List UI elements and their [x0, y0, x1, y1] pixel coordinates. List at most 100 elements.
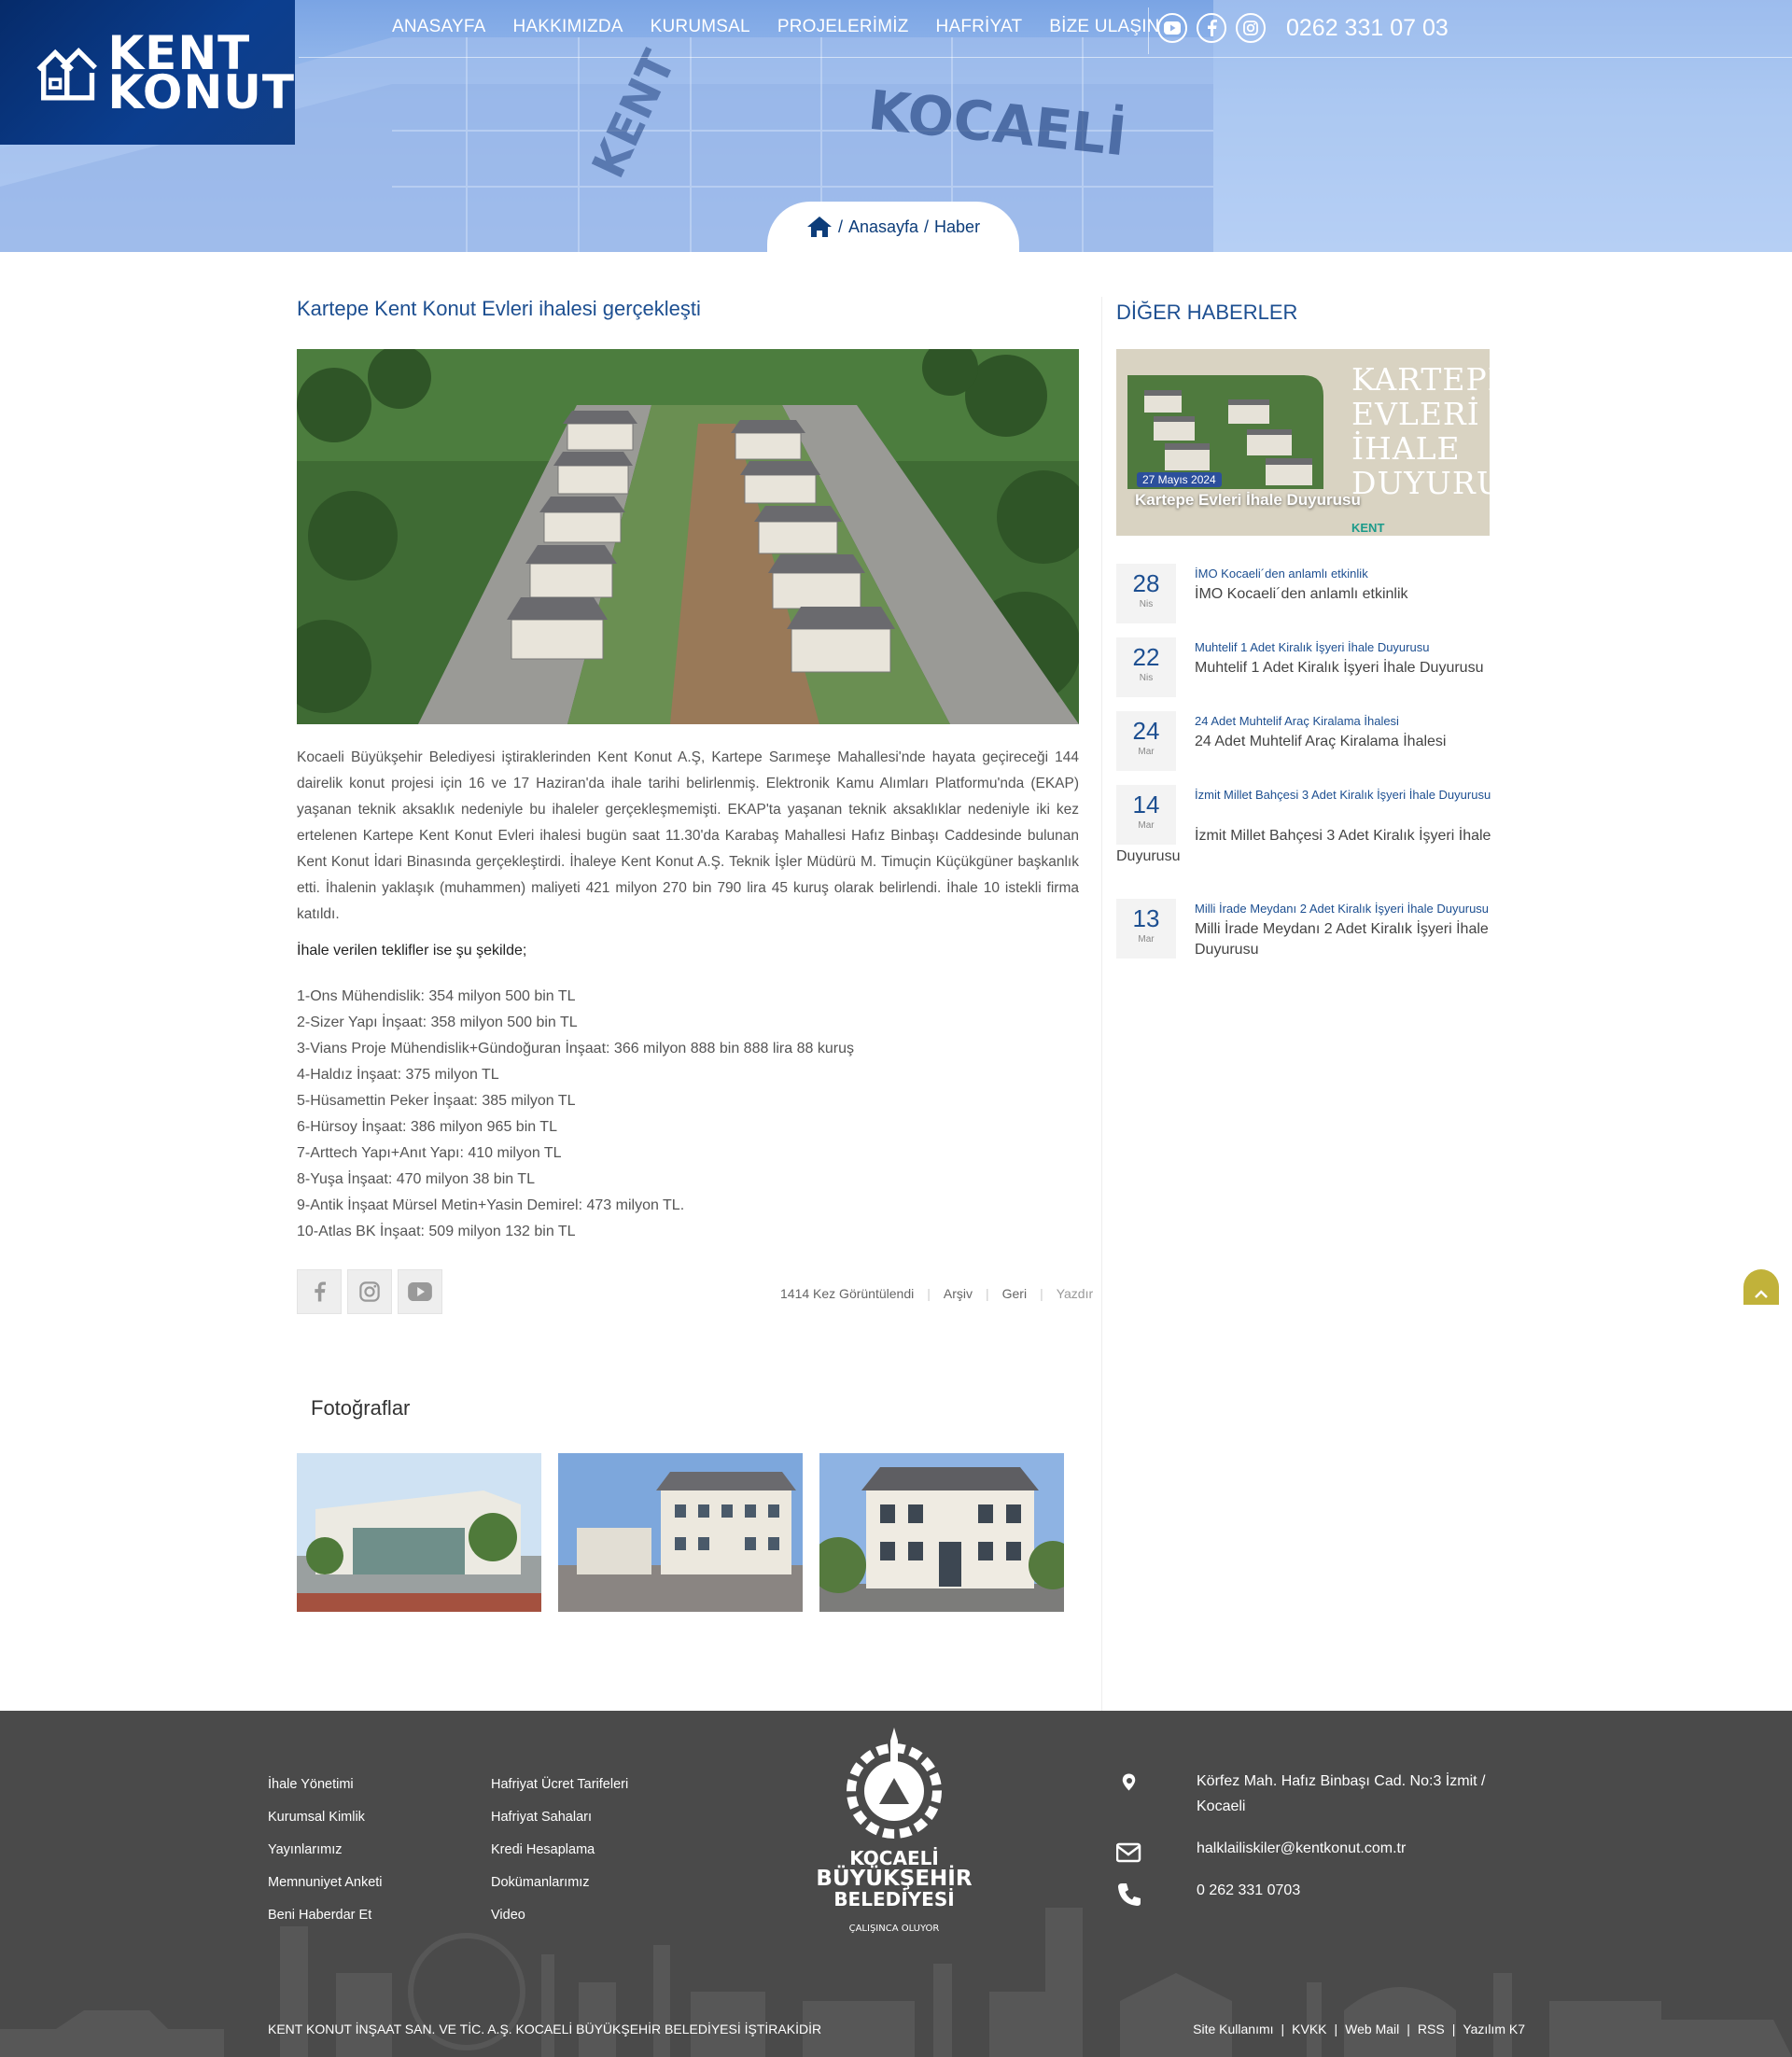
news-item[interactable]: 13 Mar Milli İrade Meydanı 2 Adet Kiralık…	[1116, 899, 1508, 973]
footer-link[interactable]: Video	[491, 1899, 628, 1932]
site-footer: İhale Yönetimi Kurumsal Kimlik Yayınları…	[0, 1711, 1792, 2057]
footer-bottom-link[interactable]: RSS	[1418, 2022, 1445, 2036]
bid-item: 6-Hürsoy İnşaat: 386 milyon 965 bin TL	[297, 1119, 557, 1135]
share-facebook-button[interactable]	[297, 1269, 342, 1314]
footer-links-col1: İhale Yönetimi Kurumsal Kimlik Yayınları…	[268, 1769, 383, 1932]
scroll-to-top-button[interactable]	[1743, 1269, 1779, 1305]
photos-heading: Fotoğraflar	[311, 1396, 411, 1420]
contact-email: halklailiskiler@kentkonut.com.tr	[1116, 1836, 1508, 1863]
address-text: Körfez Mah. Hafız Binbaşı Cad. No:3 İzmi…	[1197, 1773, 1486, 1814]
bids-list: 1-Ons Mühendislik: 354 milyon 500 bin TL…	[297, 984, 854, 1245]
article-main-image[interactable]	[297, 349, 1079, 724]
breadcrumb-home[interactable]: Anasayfa	[848, 217, 918, 237]
share-buttons	[297, 1269, 442, 1314]
instagram-icon[interactable]	[1236, 13, 1266, 43]
bid-item: 7-Arttech Yapı+Anıt Yapı: 410 milyon TL	[297, 1145, 562, 1161]
envelope-icon	[1116, 1842, 1141, 1863]
news-title[interactable]: Milli İrade Meydanı 2 Adet Kiralık İşyer…	[1195, 919, 1503, 960]
poster-line-2: EVLERİ	[1351, 396, 1480, 432]
footer-link[interactable]: Beni Haberdar Et	[268, 1899, 383, 1932]
featured-news-card[interactable]: KARTEPE EVLERİ İHALE DUYURUSU 27 Mayıs 2…	[1116, 349, 1490, 536]
hero-banner: KOCAELİ KENT KENT KONUT ANASAYFA HAKKIMI…	[0, 0, 1792, 252]
nav-kurumsal[interactable]: KURUMSAL	[651, 17, 750, 37]
nav-hafriyat[interactable]: HAFRİYAT	[936, 17, 1023, 37]
footer-link[interactable]: Hafriyat Sahaları	[491, 1801, 628, 1834]
municipality-emblem-icon	[847, 1728, 942, 1839]
home-icon[interactable]	[806, 216, 833, 238]
footer-link[interactable]: Dokümanlarımız	[491, 1867, 628, 1899]
facebook-icon	[315, 1281, 326, 1302]
footer-link[interactable]: Kredi Hesaplama	[491, 1834, 628, 1867]
bid-item: 3-Vians Proje Mühendislik+Gündoğuran İnş…	[297, 1041, 854, 1056]
site-logo[interactable]: KENT KONUT	[0, 0, 295, 145]
footer-bottom-link[interactable]: Web Mail	[1345, 2022, 1399, 2036]
contact-phone: 0 262 331 0703	[1116, 1878, 1508, 1906]
map-pin-icon	[1122, 1773, 1136, 1791]
featured-poster-title: KARTEPE EVLERİ İHALE DUYURUSU	[1351, 362, 1490, 500]
photo-thumbnail[interactable]	[819, 1453, 1064, 1612]
footer-link[interactable]: İhale Yönetimi	[268, 1769, 383, 1801]
bid-item: 1-Ons Mühendislik: 354 milyon 500 bin TL	[297, 988, 576, 1004]
facebook-icon[interactable]	[1197, 13, 1226, 43]
article-body: Kocaeli Büyükşehir Belediyesi iştirakler…	[297, 749, 1079, 922]
share-instagram-button[interactable]	[347, 1269, 392, 1314]
poster-date: 27 Mayıs 2024	[1137, 472, 1222, 487]
poster-line-3: İHALE	[1351, 430, 1461, 467]
nav-anasayfa[interactable]: ANASAYFA	[392, 17, 486, 37]
photo-thumbnail[interactable]	[558, 1453, 803, 1612]
footer-link[interactable]: Kurumsal Kimlik	[268, 1801, 383, 1834]
meta-separator: |	[927, 1286, 931, 1301]
news-item[interactable]: 28 Nis İMO Kocaeli´den anlamlı etkinlik İ…	[1116, 564, 1508, 625]
bid-item: 9-Antik İnşaat Mürsel Metin+Yasin Demire…	[297, 1197, 685, 1213]
footer-bottom-link[interactable]: Yazılım K7	[1463, 2022, 1525, 2036]
print-link[interactable]: Yazdır	[1057, 1286, 1093, 1301]
photo-thumbnail[interactable]	[297, 1453, 541, 1612]
footer-links-col2: Hafriyat Ücret Tarifeleri Hafriyat Sahal…	[491, 1769, 628, 1932]
news-title[interactable]: İMO Kocaeli´den anlamlı etkinlik	[1195, 584, 1508, 605]
news-title[interactable]: İzmit Millet Bahçesi 3 Adet Kiralık İşye…	[1195, 826, 1508, 847]
footer-bottom-link[interactable]: Site Kullanımı	[1193, 2022, 1273, 2036]
news-date: 24 Mar	[1116, 711, 1176, 771]
news-title[interactable]: Muhtelif 1 Adet Kiralık İşyeri İhale Duy…	[1195, 658, 1508, 679]
bid-item: 8-Yuşa İnşaat: 470 milyon 38 bin TL	[297, 1171, 535, 1187]
email-link[interactable]: halklailiskiler@kentkonut.com.tr	[1197, 1840, 1406, 1856]
phone-link[interactable]: 0 262 331 0703	[1197, 1882, 1300, 1898]
footer-link[interactable]: Memnuniyet Anketi	[268, 1867, 383, 1899]
news-category-link[interactable]: Muhtelif 1 Adet Kiralık İşyeri İhale Duy…	[1195, 637, 1508, 658]
news-item[interactable]: 24 Mar 24 Adet Muhtelif Araç Kiralama İha…	[1116, 711, 1508, 773]
instagram-icon	[359, 1281, 380, 1302]
news-title-wrap[interactable]: Duyurusu	[1116, 847, 1180, 867]
archive-link[interactable]: Arşiv	[944, 1286, 973, 1301]
kbb-slogan: ÇALIŞINCA OLUYOR	[848, 1924, 940, 1934]
share-youtube-button[interactable]	[398, 1269, 442, 1314]
breadcrumb-sep-2: /	[924, 217, 930, 236]
news-category-link[interactable]: İzmit Millet Bahçesi 3 Adet Kiralık İşye…	[1195, 785, 1508, 805]
header-phone[interactable]: 0262 331 07 03	[1286, 15, 1449, 42]
news-date: 14 Mar	[1116, 785, 1176, 845]
youtube-icon[interactable]	[1157, 13, 1187, 43]
footer-bottom-link[interactable]: KVKK	[1292, 2022, 1326, 2036]
back-link[interactable]: Geri	[1002, 1286, 1027, 1301]
news-date: 22 Nis	[1116, 637, 1176, 697]
nav-hakkimizda[interactable]: HAKKIMIZDA	[513, 17, 623, 37]
kbb-line-2: BÜYÜKŞEHİR	[816, 1867, 973, 1891]
news-day: 28	[1132, 569, 1160, 597]
footer-link[interactable]: Hafriyat Ücret Tarifeleri	[491, 1769, 628, 1801]
news-item[interactable]: 14 Mar İzmit Millet Bahçesi 3 Adet Kiralı…	[1116, 785, 1508, 878]
news-month: Mar	[1138, 934, 1155, 945]
footer-link[interactable]: Yayınlarımız	[268, 1834, 383, 1867]
kbb-logo[interactable]: KOCAELİ BÜYÜKŞEHİR BELEDİYESİ ÇALIŞINCA …	[793, 1722, 995, 1937]
nav-bize-ulasin[interactable]: BİZE ULAŞIN	[1049, 17, 1159, 37]
news-date: 28 Nis	[1116, 564, 1176, 623]
news-category-link[interactable]: Milli İrade Meydanı 2 Adet Kiralık İşyer…	[1195, 899, 1508, 919]
footer-copyright: KENT KONUT İNŞAAT SAN. VE TİC. A.Ş. KOCA…	[268, 2022, 822, 2036]
news-category-link[interactable]: 24 Adet Muhtelif Araç Kiralama İhalesi	[1195, 711, 1508, 732]
news-item[interactable]: 22 Nis Muhtelif 1 Adet Kiralık İşyeri İha…	[1116, 637, 1508, 699]
logo-line-2: KONUT	[107, 64, 295, 119]
link-separator: |	[1281, 2022, 1285, 2036]
news-title[interactable]: 24 Adet Muhtelif Araç Kiralama İhalesi	[1195, 732, 1508, 752]
poster-line-4: DUYURUSU	[1351, 465, 1490, 501]
news-category-link[interactable]: İMO Kocaeli´den anlamlı etkinlik	[1195, 564, 1508, 584]
nav-projelerimiz[interactable]: PROJELERİMİZ	[777, 17, 909, 37]
news-month: Nis	[1139, 673, 1154, 683]
